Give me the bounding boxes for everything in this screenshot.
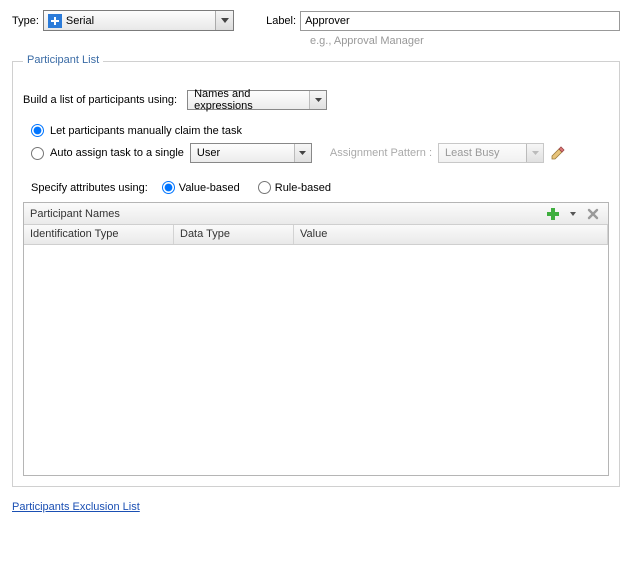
- participant-names-table: Participant Names Identification Type Da…: [23, 202, 609, 476]
- claim-radio[interactable]: [31, 124, 44, 137]
- serial-icon: [48, 14, 62, 28]
- value-based-option[interactable]: Value-based: [162, 181, 240, 194]
- rule-based-option[interactable]: Rule-based: [258, 181, 331, 194]
- spec-label: Specify attributes using:: [31, 182, 148, 194]
- auto-radio[interactable]: [31, 147, 44, 160]
- participant-list-fieldset: Participant List Build a list of partici…: [12, 61, 620, 487]
- rule-based-label: Rule-based: [275, 182, 331, 194]
- chevron-down-icon: [309, 91, 326, 109]
- delete-button[interactable]: [584, 205, 602, 223]
- build-label: Build a list of participants using:: [23, 94, 177, 106]
- value-based-radio[interactable]: [162, 181, 175, 194]
- add-dropdown-icon[interactable]: [564, 205, 582, 223]
- build-select[interactable]: Names and expressions: [187, 90, 327, 110]
- table-title: Participant Names: [30, 208, 542, 220]
- col-data-type[interactable]: Data Type: [174, 225, 294, 244]
- chevron-down-icon: [526, 144, 543, 162]
- type-label: Type:: [12, 15, 39, 27]
- pattern-select: Least Busy: [438, 143, 544, 163]
- fieldset-legend: Participant List: [23, 54, 103, 66]
- label-hint: e.g., Approval Manager: [310, 35, 620, 47]
- label-label: Label:: [266, 15, 296, 27]
- edit-icon[interactable]: [550, 145, 566, 161]
- chevron-down-icon: [215, 11, 233, 30]
- label-input[interactable]: [300, 11, 620, 31]
- value-based-label: Value-based: [179, 182, 240, 194]
- auto-target-select[interactable]: User: [190, 143, 312, 163]
- rule-based-radio[interactable]: [258, 181, 271, 194]
- type-select[interactable]: Serial: [43, 10, 234, 31]
- col-value[interactable]: Value: [294, 225, 608, 244]
- auto-target-value: User: [197, 147, 220, 159]
- auto-label: Auto assign task to a single: [50, 147, 184, 159]
- pattern-label: Assignment Pattern :: [330, 147, 432, 159]
- type-value: Serial: [66, 15, 94, 27]
- add-button[interactable]: [544, 205, 562, 223]
- pattern-value: Least Busy: [445, 147, 499, 159]
- table-body: [24, 245, 608, 475]
- col-identification-type[interactable]: Identification Type: [24, 225, 174, 244]
- participants-exclusion-link[interactable]: Participants Exclusion List: [12, 501, 140, 513]
- claim-label: Let participants manually claim the task: [50, 125, 242, 137]
- chevron-down-icon: [294, 144, 311, 162]
- build-value: Names and expressions: [194, 88, 306, 112]
